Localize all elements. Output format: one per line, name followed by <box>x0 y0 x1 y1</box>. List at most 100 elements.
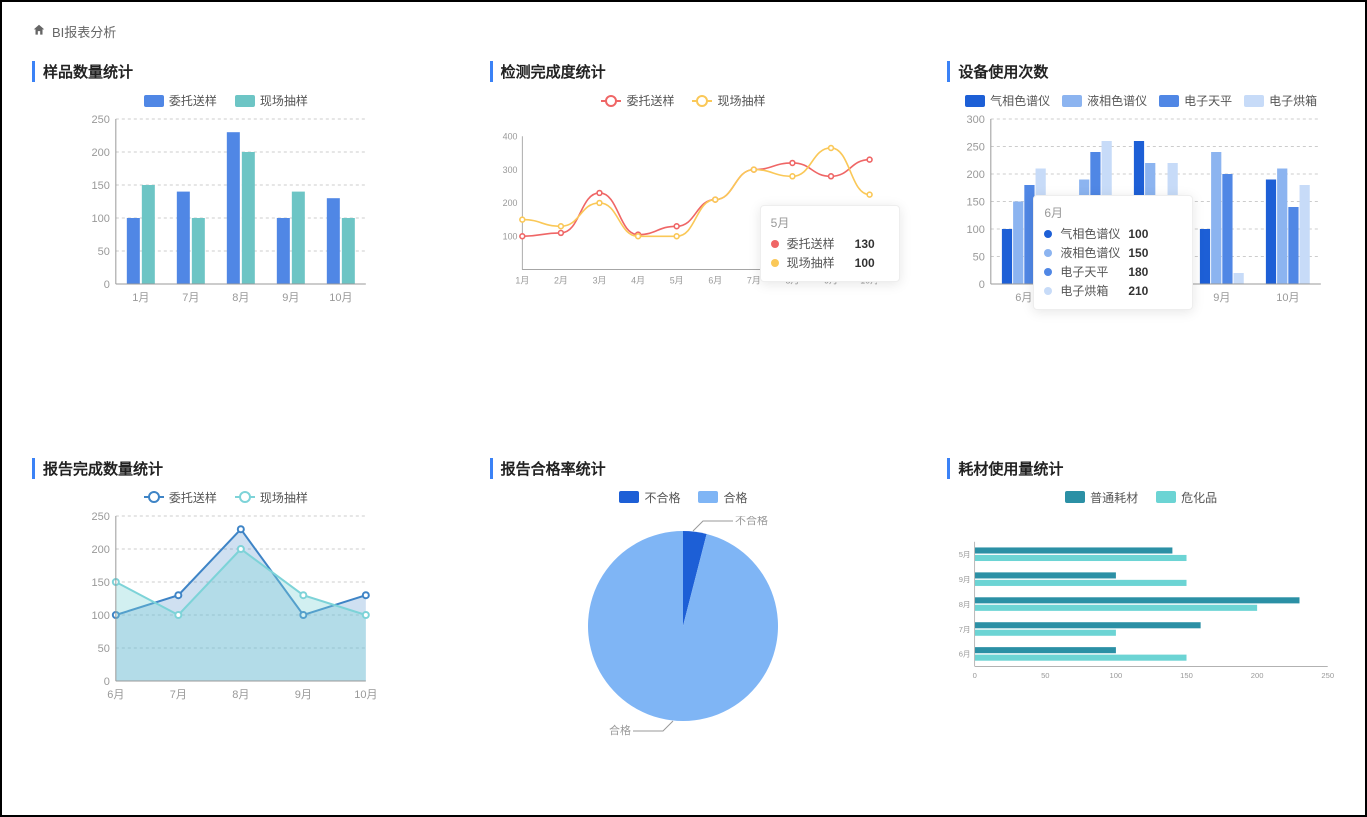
svg-text:8月: 8月 <box>232 292 249 304</box>
legend-item-xccy[interactable]: 现场抽样 <box>235 92 308 109</box>
svg-text:50: 50 <box>973 252 985 264</box>
svg-text:9月: 9月 <box>295 689 312 701</box>
legend-item[interactable]: 液相色谱仪 <box>1062 92 1147 109</box>
bar-chart[interactable]: 6月7月8月9月10月 050100150200250300 6月 气相色谱仪1… <box>947 109 1335 349</box>
legend-item-wtss[interactable]: .legend-line[style*="3E84C6"]::before{bo… <box>144 489 217 506</box>
legend-item-wtss[interactable]: 委托送样 <box>144 92 217 109</box>
svg-text:200: 200 <box>91 147 109 159</box>
svg-text:8月: 8月 <box>232 689 249 701</box>
legend-item-whp[interactable]: 危化品 <box>1156 489 1217 506</box>
breadcrumb[interactable]: BI报表分析 <box>32 22 1335 41</box>
svg-text:100: 100 <box>502 231 517 241</box>
svg-text:50: 50 <box>98 643 110 655</box>
legend-item-xccy[interactable]: .legend-line[style*="7DD3D8"]::before{bo… <box>235 489 308 506</box>
svg-text:100: 100 <box>967 224 985 236</box>
svg-text:50: 50 <box>98 246 110 258</box>
legend-swatch <box>144 95 164 107</box>
legend-item-xccy[interactable]: .legend-line[style*="FAC858"]::before{bo… <box>692 92 765 109</box>
svg-text:3月: 3月 <box>592 275 606 285</box>
area-chart[interactable]: 6月 7月 8月 9月 10月 0 50 100 150 200 250 <box>32 506 420 746</box>
svg-text:7月: 7月 <box>959 624 971 633</box>
legend-item[interactable]: 气相色谱仪 <box>965 92 1050 109</box>
svg-text:1月: 1月 <box>132 292 149 304</box>
svg-text:8月: 8月 <box>959 599 971 608</box>
card-title: 样品数量统计 <box>32 61 420 82</box>
svg-text:9月: 9月 <box>1214 292 1231 304</box>
card-title: 报告合格率统计 <box>490 458 878 479</box>
svg-text:5月: 5月 <box>959 550 971 559</box>
legend: .legend-line[style*="EF6666"]::before{bo… <box>490 92 878 109</box>
svg-text:1月: 1月 <box>515 275 529 285</box>
legend: 委托送样 现场抽样 <box>32 92 420 109</box>
svg-text:250: 250 <box>967 142 985 154</box>
svg-text:200: 200 <box>91 544 109 556</box>
svg-text:250: 250 <box>1322 671 1335 680</box>
svg-text:2月: 2月 <box>554 275 568 285</box>
svg-text:200: 200 <box>967 169 985 181</box>
legend-swatch: .legend-line[style*="FAC858"]::before{bo… <box>692 100 712 102</box>
line-chart[interactable]: 100200300400 1月2月3月4月5月6月7月8月9月10月 5月 委托… <box>490 109 878 349</box>
bar-chart[interactable]: 1月7月8月9月10月 050100150200250 <box>32 109 420 349</box>
svg-text:0: 0 <box>104 676 110 688</box>
legend: 不合格 合格 <box>490 489 878 506</box>
svg-text:6月: 6月 <box>708 275 722 285</box>
legend-item[interactable]: 电子天平 <box>1159 92 1232 109</box>
card-sample-count: 样品数量统计 委托送样 现场抽样 1月7月8月9月10月 05010015020… <box>32 61 420 398</box>
legend-swatch <box>235 95 255 107</box>
svg-text:10月: 10月 <box>1277 292 1300 304</box>
pie-chart[interactable]: 不合格合格 <box>490 506 878 746</box>
svg-text:6月: 6月 <box>1016 292 1033 304</box>
svg-text:100: 100 <box>1110 671 1123 680</box>
card-consumables: 耗材使用量统计 普通耗材 危化品 050100150200250 5月9月8月7… <box>947 458 1335 795</box>
svg-text:9月: 9月 <box>959 574 971 583</box>
card-title: 设备使用次数 <box>947 61 1335 82</box>
tooltip-month: 6月 <box>1044 204 1182 221</box>
legend-item-wtss[interactable]: .legend-line[style*="EF6666"]::before{bo… <box>601 92 674 109</box>
svg-text:50: 50 <box>1041 671 1049 680</box>
svg-text:150: 150 <box>91 577 109 589</box>
svg-text:150: 150 <box>1180 671 1193 680</box>
svg-text:100: 100 <box>91 610 109 622</box>
svg-text:300: 300 <box>967 114 985 126</box>
legend: .legend-line[style*="3E84C6"]::before{bo… <box>32 489 420 506</box>
tooltip: 6月 气相色谱仪100 液相色谱仪150 电子天平180 电子烘箱210 <box>1033 195 1193 310</box>
card-title: 耗材使用量统计 <box>947 458 1335 479</box>
card-title: 检测完成度统计 <box>490 61 878 82</box>
svg-text:6月: 6月 <box>107 689 124 701</box>
svg-text:6月: 6月 <box>959 649 971 658</box>
svg-text:150: 150 <box>91 180 109 192</box>
svg-text:100: 100 <box>91 213 109 225</box>
hbar-chart[interactable]: 050100150200250 5月9月8月7月6月 <box>947 506 1335 746</box>
svg-text:7月: 7月 <box>747 275 761 285</box>
legend: 气相色谱仪 液相色谱仪 电子天平 电子烘箱 <box>947 92 1335 109</box>
tooltip: 5月 委托送样130 现场抽样100 <box>760 205 900 282</box>
legend-swatch: .legend-line[style*="7DD3D8"]::before{bo… <box>235 496 255 498</box>
card-pass-rate: 报告合格率统计 不合格 合格 不合格合格 <box>490 458 878 795</box>
svg-text:7月: 7月 <box>182 292 199 304</box>
legend-item-pthc[interactable]: 普通耗材 <box>1065 489 1138 506</box>
legend-item-bhg[interactable]: 不合格 <box>619 489 680 506</box>
legend: 普通耗材 危化品 <box>947 489 1335 506</box>
card-completion: 检测完成度统计 .legend-line[style*="EF6666"]::b… <box>490 61 878 398</box>
svg-text:4月: 4月 <box>631 275 645 285</box>
svg-text:10月: 10月 <box>354 689 377 701</box>
legend-swatch: .legend-line[style*="EF6666"]::before{bo… <box>601 100 621 102</box>
svg-text:合格: 合格 <box>609 723 631 736</box>
svg-text:7月: 7月 <box>170 689 187 701</box>
svg-text:300: 300 <box>502 165 517 175</box>
card-report-count: 报告完成数量统计 .legend-line[style*="3E84C6"]::… <box>32 458 420 795</box>
svg-text:5月: 5月 <box>669 275 683 285</box>
svg-text:250: 250 <box>91 511 109 523</box>
home-icon <box>32 23 46 40</box>
svg-text:9月: 9月 <box>282 292 299 304</box>
card-device-usage: 设备使用次数 气相色谱仪 液相色谱仪 电子天平 电子烘箱 6月7月8月9月10月… <box>947 61 1335 398</box>
svg-text:0: 0 <box>979 279 985 291</box>
svg-text:200: 200 <box>502 198 517 208</box>
svg-text:0: 0 <box>973 671 977 680</box>
legend-item-hg[interactable]: 合格 <box>698 489 747 506</box>
legend-item[interactable]: 电子烘箱 <box>1244 92 1317 109</box>
svg-text:400: 400 <box>502 132 517 142</box>
svg-text:150: 150 <box>967 197 985 209</box>
breadcrumb-label: BI报表分析 <box>52 22 116 41</box>
tooltip-month: 5月 <box>771 214 889 231</box>
